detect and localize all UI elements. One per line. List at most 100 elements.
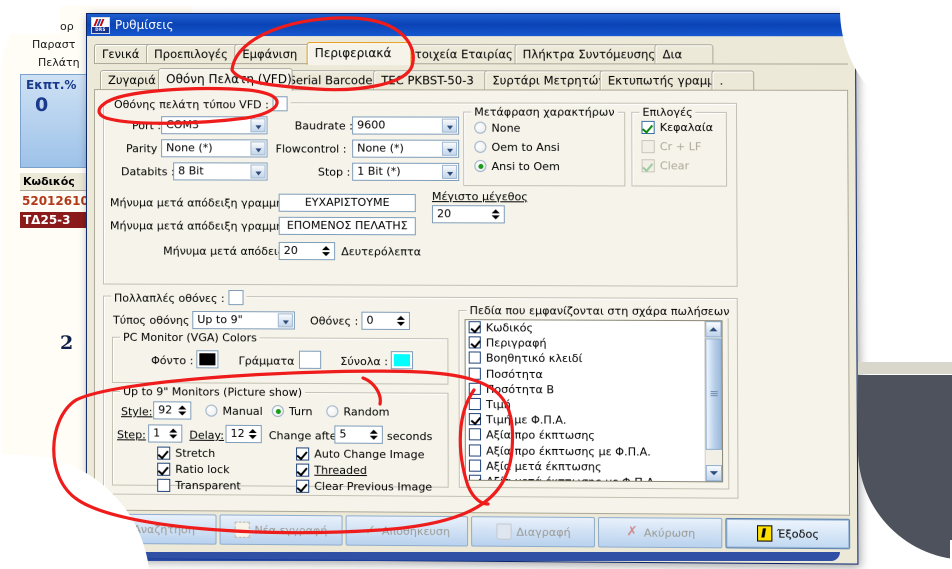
- sales-grid-fields-listbox[interactable]: Κωδικός Περιγραφή Βοηθητικό κλειδί Ποσότητα…: [464, 319, 724, 483]
- message-line1-input[interactable]: ΕΥΧΑΡΙΣΤΟΥΜΕ: [278, 193, 416, 213]
- radio-manual[interactable]: Manual: [205, 405, 262, 419]
- save-button[interactable]: ✓ Αποθήκευση: [345, 515, 469, 547]
- field-checkbox[interactable]: [468, 351, 481, 365]
- chevron-down-icon[interactable]: [250, 164, 266, 179]
- spinner-down-icon[interactable]: [321, 251, 332, 258]
- subtab-ektypotis-grammis[interactable]: Εκτυπωτής γραμμής: [599, 70, 729, 90]
- tab-stoixeia-etairias[interactable]: Στοιχεία Εταιρίας: [399, 44, 527, 64]
- checkbox-ratio-lock[interactable]: Ratio lock: [157, 463, 229, 478]
- spinner-up-icon[interactable]: [491, 207, 502, 214]
- checkbox-auto-change-image[interactable]: Auto Change Image: [296, 447, 424, 462]
- field-list-item[interactable]: Αξία μετά έκπτωσης: [466, 458, 705, 475]
- subtab-extra[interactable]: .: [711, 70, 755, 90]
- scroll-down-icon[interactable]: [705, 465, 723, 482]
- spinner-up-icon[interactable]: [369, 428, 380, 435]
- spinner-up-icon[interactable]: [248, 427, 259, 434]
- databits-combo[interactable]: 8 Bit: [173, 162, 268, 181]
- field-checkbox[interactable]: [468, 382, 481, 395]
- spinner-down-icon[interactable]: [396, 321, 407, 328]
- spinner-up-icon[interactable]: [177, 403, 188, 410]
- radio-oem-to-ansi[interactable]: Oem to Ansi: [474, 141, 560, 155]
- subtab-othoni-pelati-vfd[interactable]: Οθόνη Πελάτη (VFD): [158, 68, 293, 92]
- screens-spinner[interactable]: 0: [361, 311, 410, 331]
- tab-proepiloges[interactable]: Προεπιλογές: [146, 44, 247, 64]
- spinner-down-icon[interactable]: [177, 410, 188, 417]
- field-list-item[interactable]: Τιμή: [466, 397, 705, 414]
- field-checkbox[interactable]: [468, 474, 482, 483]
- field-checkbox[interactable]: [468, 321, 481, 334]
- field-list-item[interactable]: Ποσότητα: [466, 366, 705, 383]
- port-combo[interactable]: COM3: [161, 116, 268, 135]
- parity-combo[interactable]: None (*): [161, 139, 268, 158]
- delete-button[interactable]: Διαγραφή: [471, 516, 596, 548]
- field-list-item[interactable]: Κωδικός: [466, 320, 705, 336]
- style-spinner[interactable]: 92: [153, 401, 192, 420]
- totals-color-swatch[interactable]: [390, 351, 414, 370]
- radio-random[interactable]: Random: [326, 405, 389, 419]
- message-line2-input[interactable]: ΕΠΟΜΕΝΟΣ ΠΕΛΑΤΗΣ: [278, 216, 416, 236]
- chevron-down-icon[interactable]: [250, 141, 266, 156]
- chevron-down-icon[interactable]: [277, 313, 293, 328]
- field-list-item[interactable]: Αξία μετά έκπτωσης με Φ.Π.Α.: [466, 474, 705, 483]
- field-checkbox[interactable]: [468, 413, 481, 426]
- new-record-button[interactable]: Νέα εγγραφή: [219, 514, 343, 546]
- exit-button[interactable]: Έξοδος: [725, 517, 851, 550]
- checkbox-kefalaia[interactable]: Κεφαλαία: [641, 121, 713, 135]
- screen-type-combo[interactable]: Up to 9": [192, 310, 295, 330]
- chevron-down-icon[interactable]: [441, 118, 458, 133]
- radio-ansi-to-oem[interactable]: Ansi to Oem: [474, 160, 560, 174]
- subtab-tec-pkbst[interactable]: TEC PKBST-50-3: [373, 70, 497, 90]
- chevron-down-icon[interactable]: [441, 164, 458, 180]
- checkbox-transparent[interactable]: Transparent: [157, 479, 241, 494]
- field-list-item[interactable]: Ποσότητα Β: [466, 381, 705, 398]
- checkbox-clear-previous-image[interactable]: Clear Previous Image: [296, 480, 432, 495]
- checkbox-threaded[interactable]: Threaded: [296, 464, 367, 479]
- tab-perifereiaka[interactable]: Περιφεριακά: [306, 42, 412, 66]
- field-list-item[interactable]: Αξία προ έκπτωσης με Φ.Π.Α.: [466, 443, 705, 460]
- text-color-swatch[interactable]: [298, 350, 322, 369]
- field-list-item[interactable]: Βοηθητικό κλειδί: [466, 351, 705, 367]
- baudrate-combo[interactable]: 9600: [352, 116, 460, 135]
- scroll-up-icon[interactable]: [705, 321, 722, 338]
- spinner-up-icon[interactable]: [396, 314, 407, 321]
- flowcontrol-combo[interactable]: None (*): [352, 139, 460, 158]
- step-spinner[interactable]: 1: [148, 424, 183, 443]
- radio-turn[interactable]: Turn: [272, 405, 313, 419]
- chevron-down-icon[interactable]: [441, 141, 458, 156]
- spinner-up-icon[interactable]: [168, 427, 179, 434]
- tab-plhktra-syntomeusis[interactable]: Πλήκτρα Συντόμευσης: [514, 44, 667, 64]
- chevron-down-icon[interactable]: [250, 118, 266, 133]
- message-delay-spinner[interactable]: 20: [278, 241, 336, 261]
- field-checkbox[interactable]: [468, 459, 482, 472]
- dialog-titlebar[interactable]: DRS Ρυθμίσεις: [86, 13, 855, 37]
- background-color-swatch[interactable]: [196, 350, 219, 369]
- scrollbar-thumb[interactable]: [705, 338, 723, 450]
- field-list-item[interactable]: Περιγραφή: [466, 335, 705, 351]
- field-checkbox[interactable]: [468, 397, 481, 411]
- spinner-up-icon[interactable]: [321, 244, 332, 251]
- field-list[interactable]: Κωδικός Περιγραφή Βοηθητικό κλειδί Ποσότητα…: [466, 320, 705, 483]
- maxsize-spinner[interactable]: 20: [431, 205, 505, 224]
- spinner-down-icon[interactable]: [369, 435, 380, 442]
- cancel-button[interactable]: ✗ Ακύρωση: [598, 517, 723, 549]
- radio-none[interactable]: None: [474, 122, 520, 136]
- checkbox-stretch[interactable]: Stretch: [157, 447, 215, 461]
- field-list-item[interactable]: Τιμή με Φ.Π.Α.: [466, 412, 705, 429]
- spinner-down-icon[interactable]: [491, 214, 502, 221]
- delay-spinner[interactable]: 12: [225, 424, 262, 444]
- field-checkbox[interactable]: [468, 428, 482, 441]
- spinner-down-icon[interactable]: [248, 434, 259, 441]
- vfd-enable-checkbox[interactable]: [272, 96, 288, 112]
- spinner-down-icon[interactable]: [168, 434, 179, 441]
- subtab-syrtari-metriton[interactable]: Συρτάρι Μετρητών: [484, 70, 612, 90]
- field-checkbox[interactable]: [468, 367, 481, 380]
- tab-dia[interactable]: Δια: [654, 44, 714, 64]
- multiscreen-enable-checkbox[interactable]: [228, 290, 244, 306]
- subtab-serial-barcode[interactable]: Serial Barcode: [280, 70, 386, 90]
- field-checkbox[interactable]: [468, 443, 482, 457]
- field-checkbox[interactable]: [468, 336, 481, 349]
- listbox-scrollbar[interactable]: [704, 321, 723, 482]
- stop-combo[interactable]: 1 Bit (*): [352, 162, 460, 182]
- change-after-spinner[interactable]: 5: [334, 425, 383, 444]
- field-list-item[interactable]: Αξία προ έκπτωσης: [466, 428, 705, 445]
